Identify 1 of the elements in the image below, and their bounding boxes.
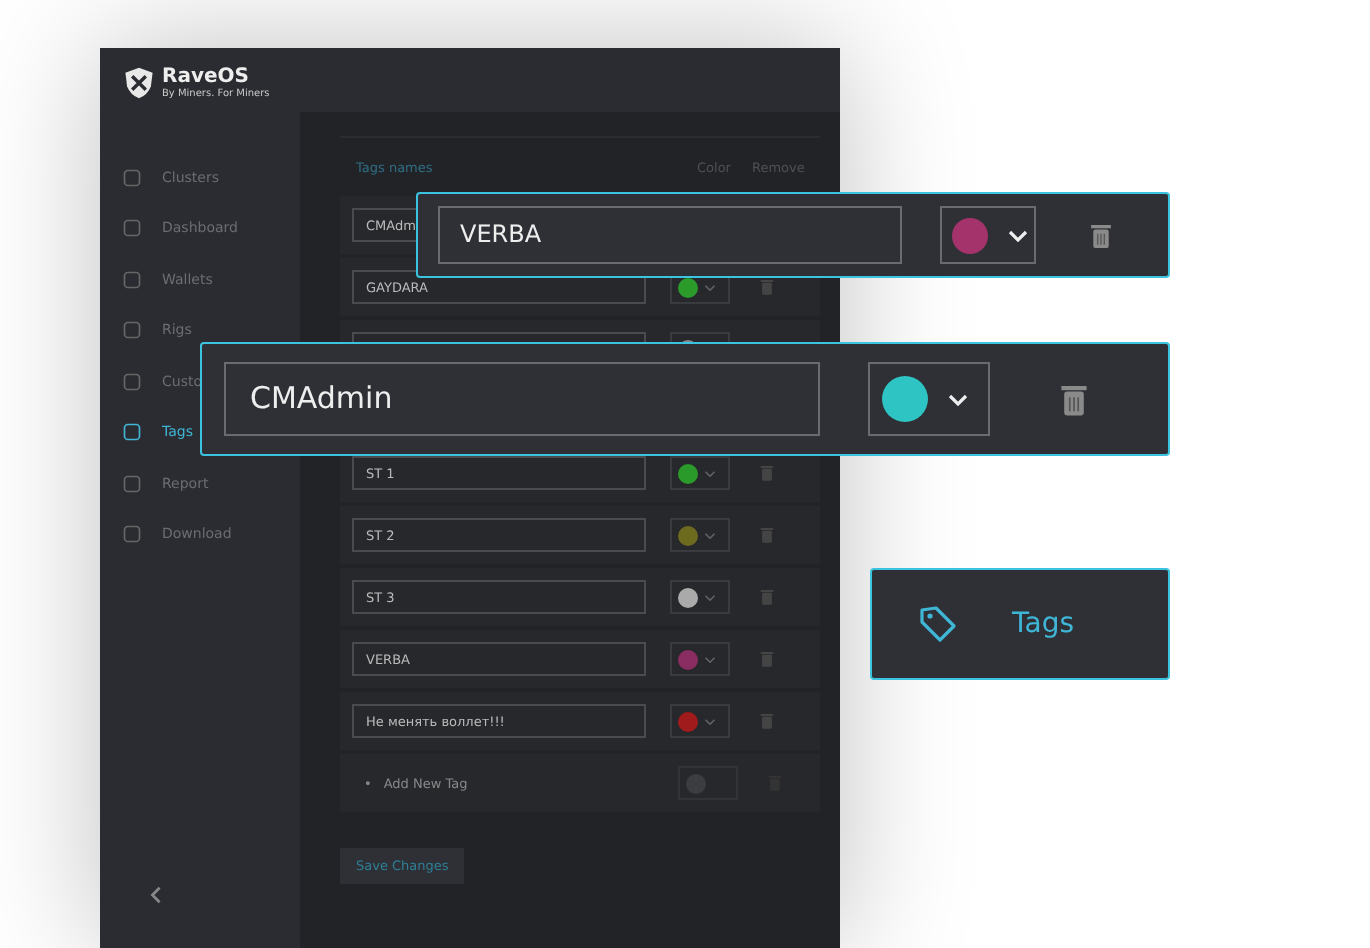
logo-title: RaveOS (162, 66, 251, 88)
